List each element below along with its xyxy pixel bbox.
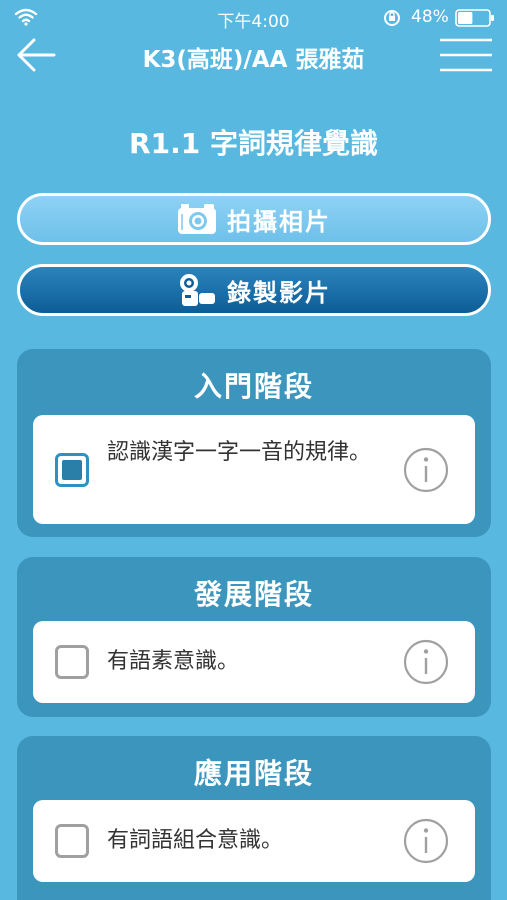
stage-title: 應用階段 [193, 757, 314, 790]
status-bar: 下午4:00 48% [0, 0, 507, 36]
item-checkbox[interactable] [55, 453, 89, 487]
battery-percent: 48% [411, 7, 449, 27]
info-icon[interactable] [403, 818, 449, 864]
hamburger-menu-icon[interactable] [438, 37, 494, 73]
stage-panel-beginner: 入門階段 認識漢字一字一音的規律。 [17, 349, 491, 537]
item-text: 有詞語組合意識。 [107, 828, 284, 853]
stage-panel-applied: 應用階段 有詞語組合意識。 [17, 736, 491, 900]
item-text: 認識漢字一字一音的規律。 [107, 440, 372, 465]
stage-item-card: 有詞語組合意識。 [33, 800, 475, 882]
info-icon[interactable] [403, 447, 449, 493]
item-checkbox[interactable] [55, 824, 89, 858]
battery-icon [455, 9, 494, 27]
camera-icon [178, 204, 216, 234]
record-video-button[interactable]: 錄製影片 [17, 264, 491, 316]
stage-item-card: 認識漢字一字一音的規律。 [33, 415, 475, 524]
take-photo-label: 拍攝相片 [227, 207, 331, 236]
nav-bar: K3(高班)/AA 張雅茹 [0, 36, 507, 76]
item-checkbox[interactable] [55, 645, 89, 679]
video-camera-icon [180, 274, 215, 306]
stage-title: 入門階段 [193, 370, 314, 403]
item-text: 有語素意識。 [107, 649, 240, 674]
stage-title: 發展階段 [193, 578, 314, 611]
back-arrow-icon[interactable] [14, 36, 58, 74]
record-video-label: 錄製影片 [227, 278, 331, 307]
nav-title: K3(高班)/AA 張雅茹 [142, 47, 365, 73]
page-title: R1.1 字詞規律覺識 [129, 127, 378, 160]
orientation-lock-icon [384, 10, 400, 26]
info-icon[interactable] [403, 639, 449, 685]
take-photo-button[interactable]: 拍攝相片 [17, 193, 491, 245]
stage-panel-developing: 發展階段 有語素意識。 [17, 557, 491, 717]
stage-item-card: 有語素意識。 [33, 621, 475, 703]
